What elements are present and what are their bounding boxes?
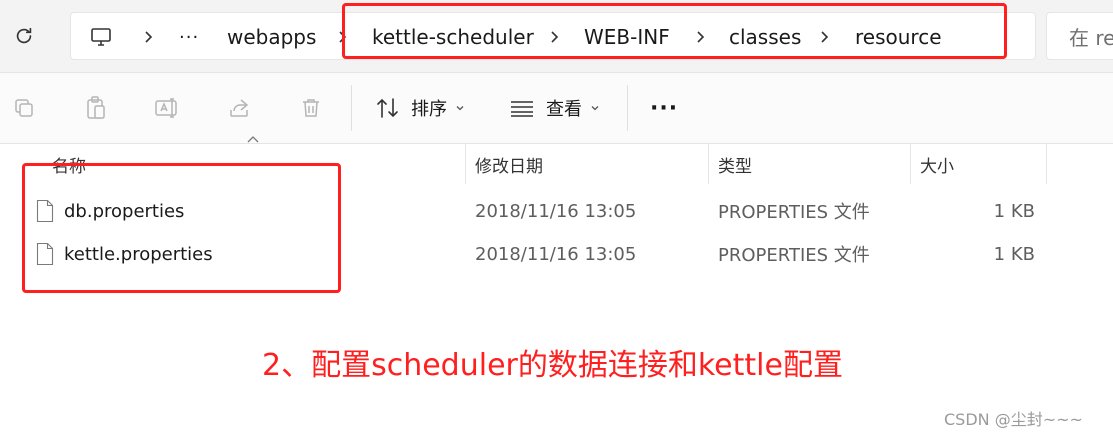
delete-icon (303, 99, 319, 117)
watermark: CSDN @尘封~~~ (944, 410, 1083, 429)
copy-button[interactable] (10, 94, 38, 122)
column-header-row: 名称 修改日期 类型 大小 (0, 144, 1113, 184)
file-icon (36, 242, 54, 266)
column-header-size[interactable]: 大小 (920, 144, 954, 184)
copy-icon (15, 99, 33, 117)
file-row[interactable]: db.properties 2018/11/16 13:05 PROPERTIE… (0, 191, 1060, 231)
breadcrumb-classes[interactable]: classes (729, 13, 801, 61)
file-type: PROPERTIES 文件 (718, 245, 870, 266)
breadcrumb-kettle-scheduler[interactable]: kettle-scheduler (372, 13, 534, 61)
column-separator[interactable] (1046, 144, 1047, 184)
view-button[interactable]: 查看 (509, 87, 600, 129)
view-label: 查看 (546, 99, 582, 120)
chevron-right-icon[interactable] (817, 13, 831, 61)
chevron-right-icon[interactable] (141, 13, 155, 61)
share-button[interactable] (225, 94, 253, 122)
breadcrumb-resource[interactable]: resource (855, 13, 942, 61)
refresh-button[interactable] (10, 22, 38, 50)
sort-icon (377, 98, 398, 118)
chevron-right-icon[interactable] (693, 13, 707, 61)
sort-button[interactable]: 排序 (375, 87, 465, 129)
rename-icon (155, 98, 177, 118)
computer-icon (91, 28, 111, 46)
breadcrumb-web-inf[interactable]: WEB-INF (584, 13, 670, 61)
chevron-right-icon[interactable] (547, 13, 561, 61)
command-bar: 排序 查看 ··· (0, 73, 1113, 144)
toolbar-divider (627, 85, 628, 131)
search-input[interactable]: 在 re (1046, 12, 1113, 60)
toolbar-divider (351, 85, 352, 131)
paste-button[interactable] (82, 94, 110, 122)
column-header-type[interactable]: 类型 (718, 144, 752, 184)
paste-icon (87, 96, 105, 119)
column-header-modified[interactable]: 修改日期 (475, 144, 543, 184)
column-separator[interactable] (465, 144, 466, 184)
refresh-icon (16, 27, 32, 44)
breadcrumb-webapps[interactable]: webapps (227, 13, 316, 61)
column-separator[interactable] (910, 144, 911, 184)
file-size: 1 KB (993, 243, 1035, 265)
breadcrumb-overflow[interactable]: ··· (179, 13, 199, 61)
share-icon (230, 99, 249, 117)
chevron-down-icon (591, 106, 599, 111)
rename-button[interactable] (153, 94, 181, 122)
file-size: 1 KB (993, 200, 1035, 222)
file-name: db.properties (64, 200, 185, 222)
chevron-right-icon[interactable] (335, 13, 349, 61)
address-bar[interactable]: ··· webapps kettle-scheduler WEB-INF cla… (70, 12, 1036, 60)
file-icon (36, 199, 54, 223)
more-options-button[interactable]: ··· (650, 87, 678, 129)
file-modified: 2018/11/16 13:05 (475, 243, 637, 265)
file-type: PROPERTIES 文件 (718, 202, 870, 223)
annotation-text: 2、配置scheduler的数据连接和kettle配置 (262, 348, 843, 383)
column-separator[interactable] (708, 144, 709, 184)
sort-label: 排序 (411, 99, 447, 120)
file-modified: 2018/11/16 13:05 (475, 200, 637, 222)
computer-crumb[interactable] (89, 13, 113, 61)
column-header-name[interactable]: 名称 (52, 144, 86, 184)
file-name: kettle.properties (64, 243, 213, 265)
file-row[interactable]: kettle.properties 2018/11/16 13:05 PROPE… (0, 234, 1060, 274)
chevron-down-icon (456, 106, 464, 111)
address-bar-row: ··· webapps kettle-scheduler WEB-INF cla… (0, 0, 1113, 73)
delete-button[interactable] (297, 94, 325, 122)
list-view-icon (511, 101, 533, 117)
